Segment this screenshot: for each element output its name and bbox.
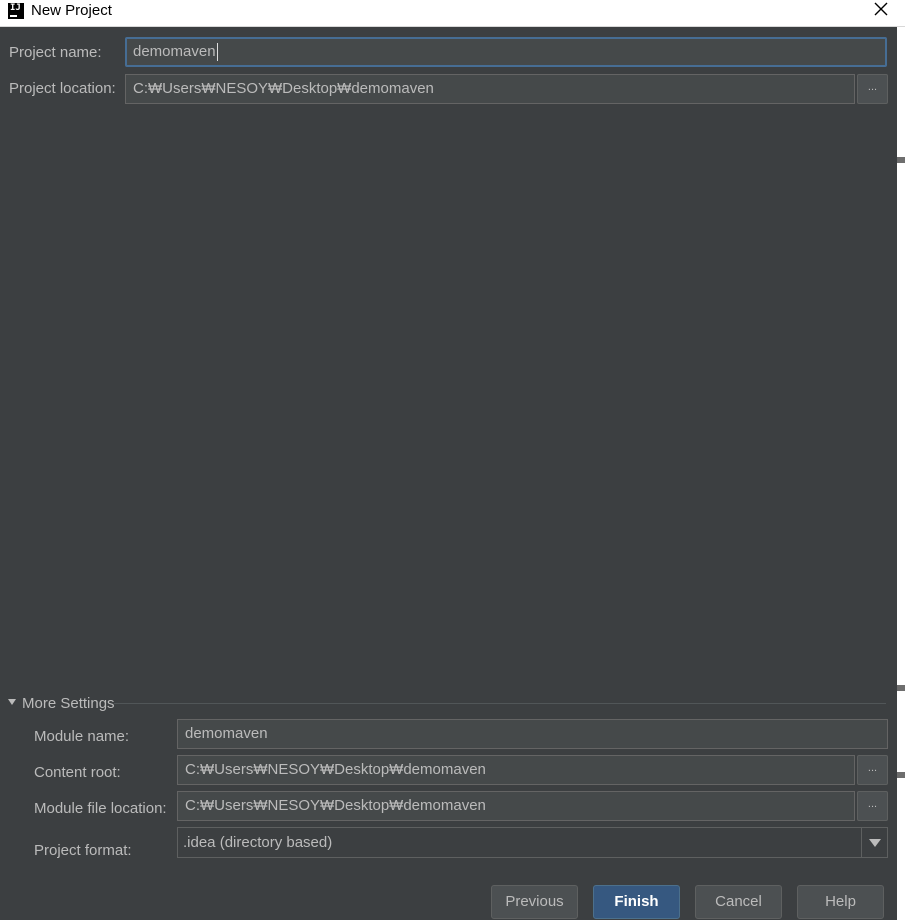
project-location-input[interactable]: C:₩Users₩NESOY₩Desktop₩demomaven: [125, 74, 855, 104]
module-file-location-browse-button[interactable]: ...: [857, 791, 888, 821]
dropdown-arrow-icon[interactable]: [861, 828, 887, 857]
previous-button[interactable]: Previous: [491, 885, 578, 919]
intellij-app-icon: IJ: [8, 3, 24, 19]
project-location-label: Project location:: [9, 80, 116, 97]
content-root-label: Content root:: [34, 764, 121, 781]
module-name-label: Module name:: [34, 728, 130, 745]
text-caret: [216, 43, 218, 62]
project-format-value: .idea (directory based): [183, 834, 333, 851]
content-root-browse-button[interactable]: ...: [857, 755, 888, 785]
module-file-location-label: Module file location:: [34, 800, 167, 817]
project-format-select[interactable]: .idea (directory based): [177, 827, 888, 858]
section-divider: [114, 703, 886, 704]
content-root-input[interactable]: C:₩Users₩NESOY₩Desktop₩demomaven: [177, 755, 855, 785]
window-title: New Project: [31, 2, 112, 19]
background-window-edge: [897, 27, 905, 920]
module-name-input[interactable]: demomaven: [177, 719, 888, 749]
more-settings-label: More Settings: [22, 695, 115, 712]
project-format-label: Project format:: [34, 842, 132, 859]
project-name-input[interactable]: demomaven: [125, 37, 887, 67]
module-file-location-input[interactable]: C:₩Users₩NESOY₩Desktop₩demomaven: [177, 791, 855, 821]
project-location-browse-button[interactable]: ...: [857, 74, 888, 104]
close-icon[interactable]: [871, 0, 891, 20]
project-name-label: Project name:: [9, 44, 102, 61]
title-bar: IJ New Project: [0, 0, 905, 27]
cancel-button[interactable]: Cancel: [695, 885, 782, 919]
expand-triangle-icon: [8, 699, 16, 705]
help-button[interactable]: Help: [797, 885, 884, 919]
project-name-value: demomaven: [133, 43, 216, 60]
finish-button[interactable]: Finish: [593, 885, 680, 919]
